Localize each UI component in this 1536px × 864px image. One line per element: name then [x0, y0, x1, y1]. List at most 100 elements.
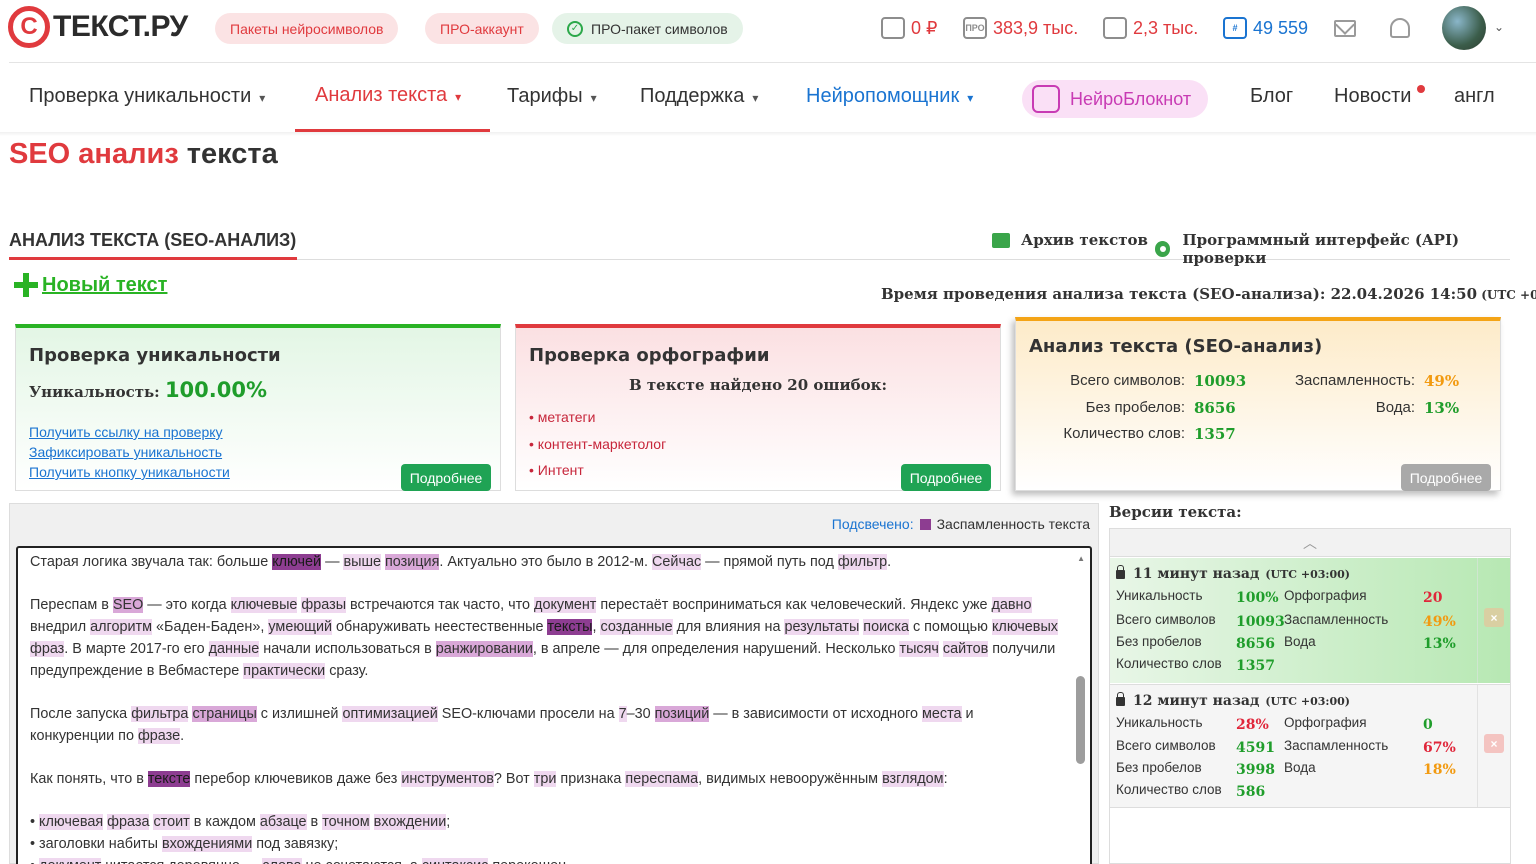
version-total-value: 4591	[1236, 740, 1275, 756]
archive-icon	[992, 232, 1010, 248]
lock-icon	[1116, 691, 1125, 706]
uniqueness-more-button[interactable]: Подробнее	[401, 464, 491, 491]
section-title: АНАЛИЗ ТЕКСТА (SEO-АНАЛИЗ)	[9, 230, 297, 250]
version-item[interactable]: 12 минут назад (UTC +03:00) Уникальность…	[1110, 684, 1510, 808]
mail-icon[interactable]	[1334, 20, 1356, 37]
spam-value: 49%	[1424, 372, 1460, 390]
nav-neuro-helper[interactable]: Нейропомощник ▾	[806, 85, 973, 108]
pro-pack-pill[interactable]: ✓ ПРО-пакет символов	[552, 13, 743, 44]
version-divider	[1477, 558, 1478, 683]
news-notification-dot	[1417, 85, 1425, 93]
chevron-up-icon: ︿	[1303, 534, 1317, 551]
pro-account-pill[interactable]: ПРО-аккаунт	[425, 13, 539, 44]
page-title-rest: текста	[178, 138, 278, 170]
chevron-down-icon: ▾	[259, 91, 266, 105]
version-delete-button[interactable]: ×	[1484, 608, 1504, 627]
version-time-tz: (UTC +03:00)	[1265, 694, 1350, 708]
pro-symbols-value: 383,9 тыс.	[993, 17, 1079, 38]
version-nospace-value: 8656	[1236, 636, 1275, 652]
water-value: 13%	[1424, 399, 1460, 417]
seo-more-button[interactable]: Подробнее	[1401, 464, 1491, 491]
nav-blog[interactable]: Блог	[1250, 85, 1293, 108]
archive-link-label: Архив текстов	[1021, 231, 1148, 249]
spam-label: Заспамленность:	[1294, 372, 1415, 389]
version-nospace-value: 3998	[1236, 762, 1275, 778]
spelling-more-button[interactable]: Подробнее	[901, 464, 991, 491]
nav-uniqueness[interactable]: Проверка уникальности ▾	[29, 85, 265, 108]
page-title-red: SEO анализ	[9, 138, 179, 170]
site-logo[interactable]: C ТЕКСТ.РУ	[8, 6, 188, 48]
nav-support[interactable]: Поддержка ▾	[640, 85, 758, 108]
nav-uniqueness-label: Проверка уникальности	[29, 85, 252, 107]
calendar-symbols-value: 2,3 тыс.	[1133, 17, 1199, 38]
words-label: Количество слов:	[1063, 425, 1185, 442]
spelling-error-item[interactable]: • Интент	[529, 462, 584, 478]
version-time: 11 минут назад (UTC +03:00)	[1116, 564, 1350, 582]
new-text-link[interactable]: Новый текст	[14, 273, 167, 297]
fix-uniqueness-link[interactable]: Зафиксировать уникальность	[29, 444, 222, 460]
logo-text: ТЕКСТ.РУ	[53, 10, 188, 43]
bell-icon[interactable]	[1390, 18, 1410, 38]
versions-list: ︿ 11 минут назад (UTC +03:00) Уникальнос…	[1109, 528, 1511, 864]
version-nospace-label: Без пробелов	[1116, 634, 1202, 649]
highlight-label[interactable]: Подсвечено:	[832, 516, 914, 532]
nav-neuro-helper-label: Нейропомощник	[806, 85, 960, 107]
version-words-label: Количество слов	[1116, 782, 1222, 797]
archive-link[interactable]: Архив текстов	[992, 231, 1148, 249]
spelling-error-item[interactable]: • метатеги	[529, 409, 595, 425]
version-words-value: 586	[1236, 784, 1266, 800]
version-time-tz: (UTC +03:00)	[1265, 567, 1350, 581]
chevron-down-icon[interactable]: ⌄	[1494, 20, 1504, 34]
version-water-value: 13%	[1423, 636, 1456, 652]
wallet-icon	[881, 17, 905, 39]
nav-shadow	[0, 132, 1536, 136]
chevron-down-icon: ▾	[455, 90, 462, 104]
analyzed-text-area[interactable]: Старая логика звучала так: больше ключей…	[16, 546, 1092, 864]
analyzed-text: Старая логика звучала так: больше ключей…	[30, 552, 1060, 864]
version-spam-label: Заспамленность	[1284, 612, 1389, 627]
wallet-balance[interactable]: 0 ₽	[881, 17, 937, 39]
spelling-error-item[interactable]: • контент-маркетолог	[529, 436, 666, 452]
versions-title: Версии текста:	[1109, 503, 1242, 521]
nav-neuro-notebook-label: НейроБлокнот	[1070, 88, 1192, 109]
uniqueness-card-title: Проверка уникальности	[29, 345, 281, 366]
nav-tariffs[interactable]: Тарифы ▾	[507, 85, 597, 108]
version-delete-button[interactable]: ×	[1484, 734, 1504, 753]
nav-neuro-notebook[interactable]: НейроБлокнот	[1022, 80, 1208, 118]
scroll-up-arrow-icon[interactable]: ▲	[1077, 554, 1085, 563]
top-bar: C ТЕКСТ.РУ Пакеты нейросимволов ПРО-акка…	[0, 0, 1536, 62]
version-water-label: Вода	[1284, 634, 1316, 649]
analysis-time-tz: (UTC +03:00)	[1481, 288, 1536, 302]
main-nav: Проверка уникальности ▾ Анализ текста ▾ Та…	[0, 63, 1536, 132]
analysis-time-label: Время проведения анализа текста (SEO-ана…	[881, 285, 1478, 303]
chevron-down-icon: ▾	[752, 91, 759, 105]
lock-icon	[1116, 564, 1125, 579]
pro-symbols-balance[interactable]: ПРО 383,9 тыс.	[963, 17, 1078, 39]
spelling-card: Проверка орфографии В тексте найдено 20 …	[515, 324, 1001, 491]
scrollbar-thumb[interactable]	[1076, 676, 1085, 764]
calendar-symbols-balance[interactable]: 2,3 тыс.	[1103, 17, 1198, 39]
neuro-symbols-balance[interactable]: # 49 559	[1223, 17, 1308, 39]
api-link[interactable]: Программный интерфейс (API) проверки	[1155, 231, 1536, 267]
highlight-legend: Подсвечено: Заспамленность текста	[832, 516, 1090, 532]
version-divider	[1477, 685, 1478, 807]
nav-lang[interactable]: англ	[1454, 85, 1495, 108]
version-item[interactable]: 11 минут назад (UTC +03:00) Уникальность…	[1110, 558, 1510, 683]
neuro-packs-pill[interactable]: Пакеты нейросимволов	[215, 13, 399, 44]
highlight-value: Заспамленность текста	[936, 516, 1090, 532]
get-check-link[interactable]: Получить ссылку на проверку	[29, 424, 223, 440]
nav-analysis[interactable]: Анализ текста ▾	[315, 84, 461, 107]
versions-scroll-up[interactable]: ︿	[1110, 529, 1510, 557]
nav-news[interactable]: Новости	[1334, 85, 1411, 108]
seo-card-title: Анализ текста (SEO-анализ)	[1029, 336, 1323, 357]
spelling-summary: В тексте найдено 20 ошибок:	[628, 376, 888, 394]
version-spell-value: 0	[1423, 717, 1433, 733]
highlight-swatch	[919, 518, 931, 530]
water-label: Вода:	[1375, 399, 1415, 416]
words-value: 1357	[1194, 425, 1236, 443]
get-button-link[interactable]: Получить кнопку уникальности	[29, 464, 230, 480]
version-water-value: 18%	[1423, 762, 1456, 778]
analysis-time: Время проведения анализа текста (SEO-ана…	[881, 285, 1536, 303]
avatar[interactable]	[1442, 6, 1486, 50]
version-spam-value: 67%	[1423, 740, 1456, 756]
